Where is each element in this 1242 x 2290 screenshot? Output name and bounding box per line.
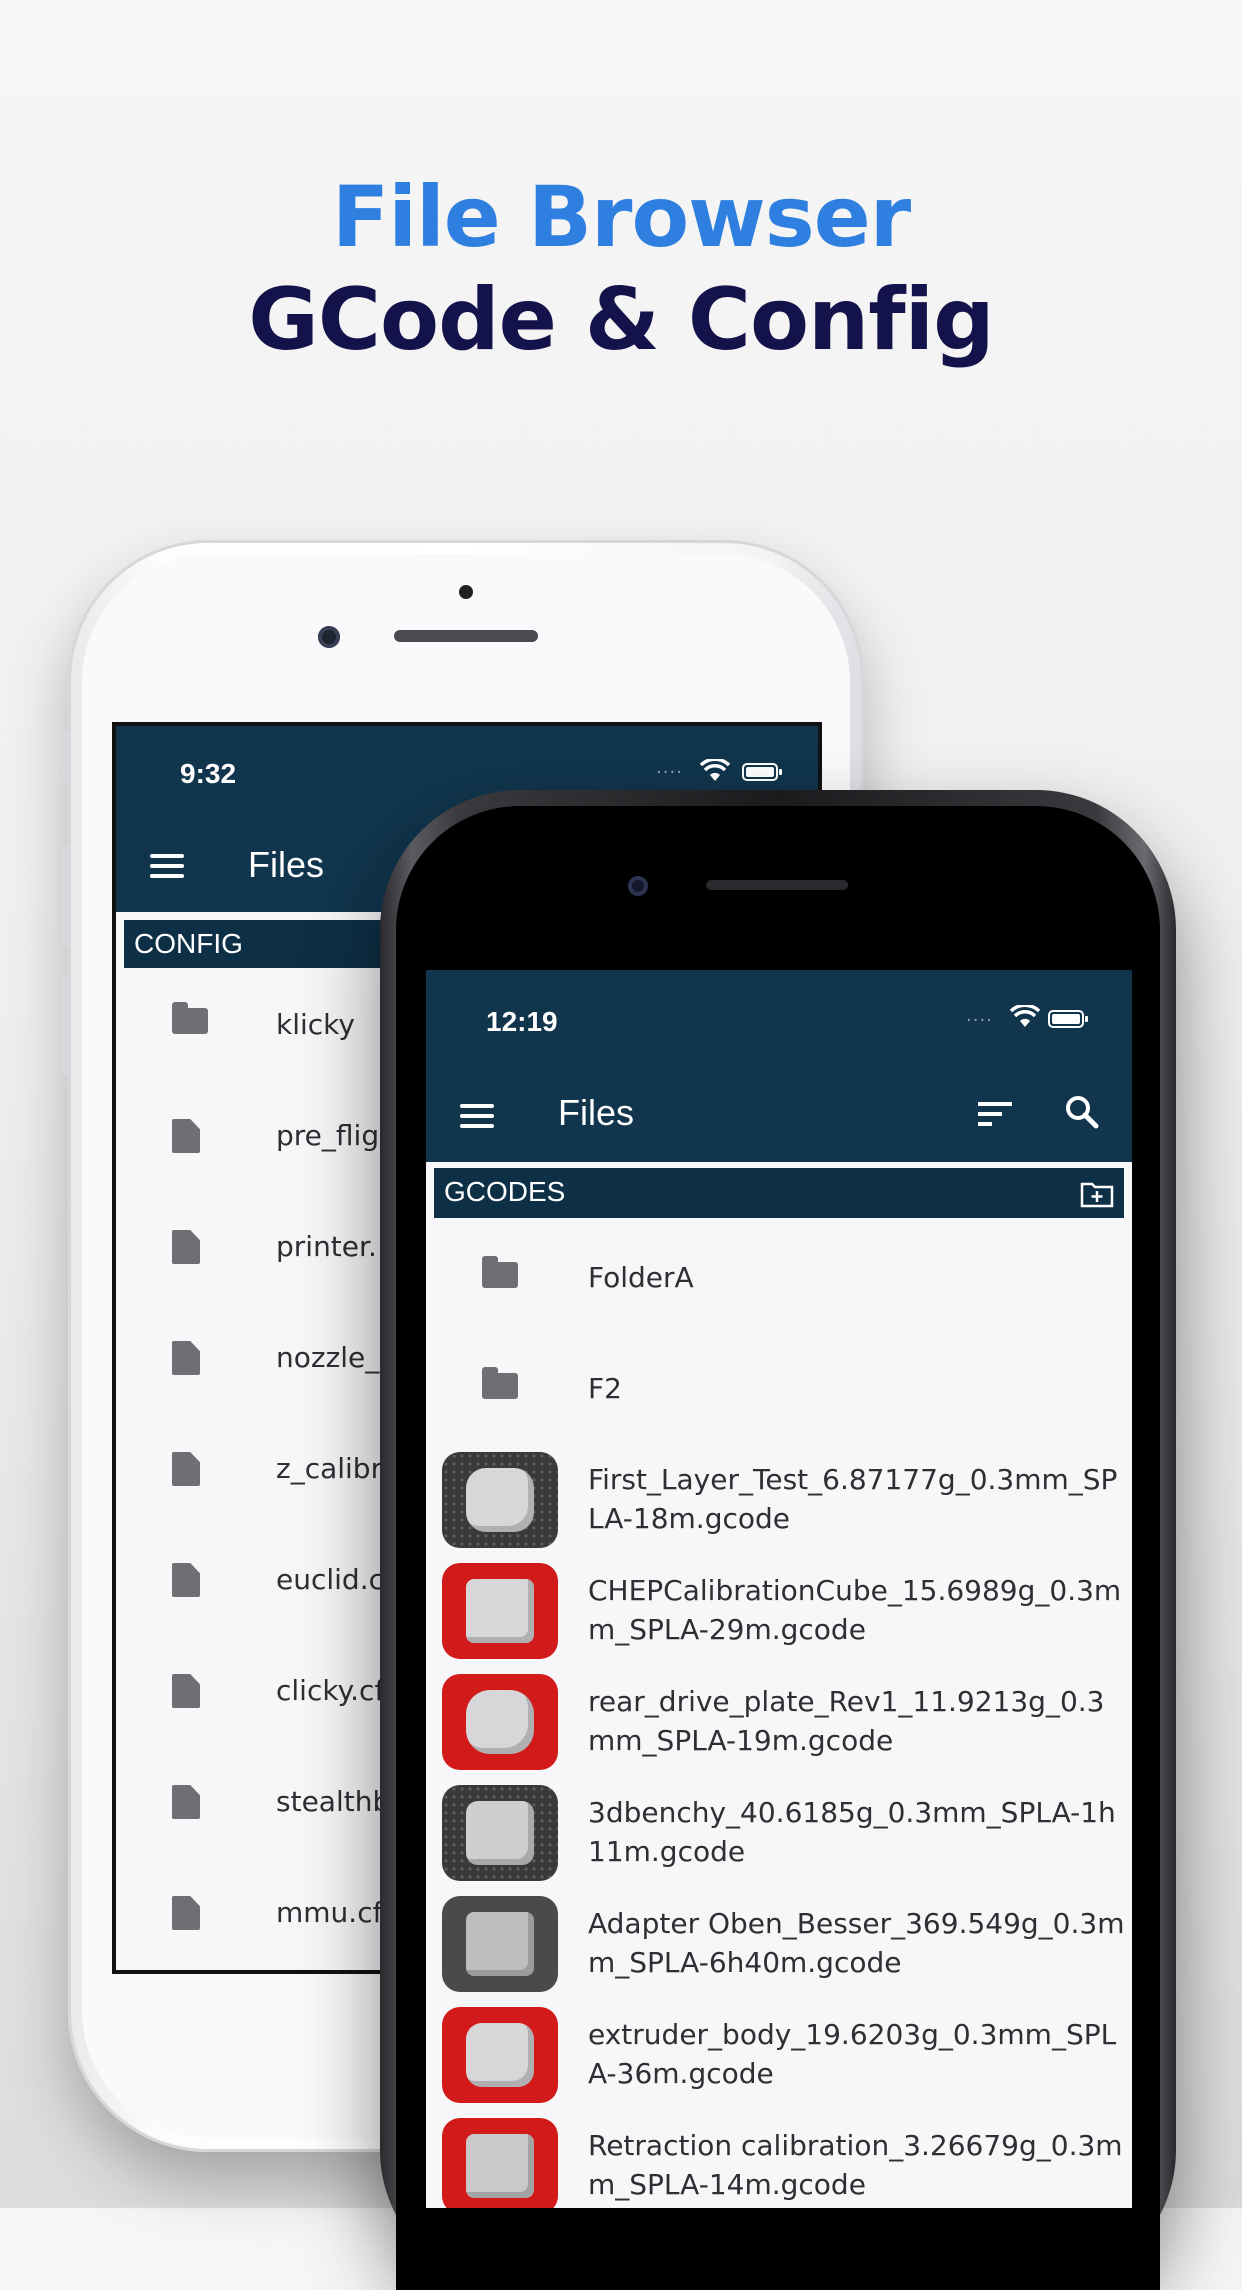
gcode-thumbnail — [442, 2118, 558, 2208]
gcode-file-name: Adapter Oben_Besser_369.549g_0.3mm_SPLA-… — [588, 1907, 1125, 1979]
menu-icon[interactable] — [460, 1098, 494, 1134]
gcode-file-name: rear_drive_plate_Rev1_11.9213g_0.3mm_SPL… — [588, 1685, 1105, 1757]
folder-item[interactable]: FolderA — [426, 1222, 1132, 1333]
folder-name: F2 — [588, 1372, 622, 1405]
gcode-thumbnail — [442, 2007, 558, 2103]
file-name: mmu.cf — [276, 1896, 383, 1929]
status-time: 12:19 — [486, 1006, 558, 1037]
wifi-icon — [1010, 1005, 1040, 1027]
appbar-title: Files — [248, 844, 325, 885]
section-title: CONFIG — [134, 928, 243, 959]
gcode-file-name: extruder_body_19.6203g_0.3mm_SPLA-36m.gc… — [588, 2018, 1117, 2090]
status-time: 9:32 — [180, 758, 237, 789]
section-header-gcodes: GCODES — [434, 1168, 1124, 1218]
volume-down-button — [62, 976, 70, 1076]
folder-name: FolderA — [588, 1261, 694, 1294]
gcode-file-item[interactable]: First_Layer_Test_6.87177g_0.3mm_SPLA-18m… — [426, 1444, 1132, 1555]
gcode-file-name: 3dbenchy_40.6185g_0.3mm_SPLA-1h11m.gcode — [588, 1796, 1116, 1868]
folder-icon — [172, 1002, 208, 1034]
battery-icon — [1048, 1010, 1088, 1028]
gcode-file-name: Retraction calibration_3.26679g_0.3mm_SP… — [588, 2129, 1123, 2201]
sort-icon[interactable] — [978, 1100, 1014, 1128]
front-phone-screen: 12:19 ···· Files GCODES FolderA F2 First… — [426, 970, 1132, 2208]
headline-title: File Browser — [331, 168, 911, 266]
mute-switch — [62, 730, 70, 784]
gcode-file-item[interactable]: CHEPCalibrationCube_15.6989g_0.3mm_SPLA-… — [426, 1555, 1132, 1666]
gcode-file-item[interactable]: Retraction calibration_3.26679g_0.3mm_SP… — [426, 2110, 1132, 2208]
volume-up-button — [62, 846, 70, 946]
gcode-thumbnail — [442, 1785, 558, 1881]
signal-icon: ···· — [656, 762, 683, 783]
gcode-file-item[interactable]: rear_drive_plate_Rev1_11.9213g_0.3mm_SPL… — [426, 1666, 1132, 1777]
file-icon — [172, 1674, 200, 1708]
search-icon[interactable] — [1064, 1094, 1100, 1130]
gcode-thumbnail — [442, 1674, 558, 1770]
file-name: z_calibr — [276, 1452, 383, 1485]
new-folder-icon[interactable] — [1080, 1180, 1114, 1208]
file-icon — [172, 1563, 200, 1597]
gcode-file-item[interactable]: Adapter Oben_Besser_369.549g_0.3mm_SPLA-… — [426, 1888, 1132, 1999]
folder-item[interactable]: F2 — [426, 1333, 1132, 1444]
file-icon — [172, 1896, 200, 1930]
menu-icon[interactable] — [150, 848, 184, 884]
gcode-file-name: First_Layer_Test_6.87177g_0.3mm_SPLA-18m… — [588, 1463, 1118, 1535]
status-bar: 12:19 ···· — [426, 970, 1132, 1066]
app-bar: Files — [426, 1066, 1132, 1162]
file-name: printer. — [276, 1230, 377, 1263]
gcode-file-item[interactable]: extruder_body_19.6203g_0.3mm_SPLA-36m.gc… — [426, 1999, 1132, 2110]
file-name: nozzle_ — [276, 1341, 380, 1374]
gcode-file-item[interactable]: 3dbenchy_40.6185g_0.3mm_SPLA-1h11m.gcode — [426, 1777, 1132, 1888]
folder-icon — [482, 1367, 518, 1399]
file-icon — [172, 1452, 200, 1486]
file-icon — [172, 1119, 200, 1153]
headline-subtitle: GCode & Config — [248, 270, 994, 370]
folder-icon — [482, 1256, 518, 1288]
gcode-thumbnail — [442, 1563, 558, 1659]
file-icon — [172, 1785, 200, 1819]
battery-icon — [742, 763, 782, 781]
front-camera-icon — [628, 876, 648, 896]
file-icon — [172, 1230, 200, 1264]
file-name: clicky.cf — [276, 1674, 385, 1707]
earpiece-speaker — [706, 880, 848, 890]
proximity-sensor — [459, 585, 473, 599]
signal-icon: ···· — [966, 1010, 993, 1031]
gcode-file-name: CHEPCalibrationCube_15.6989g_0.3mm_SPLA-… — [588, 1574, 1122, 1646]
section-title: GCODES — [444, 1176, 566, 1207]
file-name: pre_flig — [276, 1119, 380, 1152]
wifi-icon — [700, 759, 730, 781]
file-icon — [172, 1341, 200, 1375]
front-camera-icon — [318, 626, 340, 648]
appbar-title: Files — [558, 1092, 635, 1133]
earpiece-speaker — [394, 630, 538, 642]
file-name: klicky — [276, 1008, 355, 1041]
gcode-thumbnail — [442, 1452, 558, 1548]
file-name: stealthb — [276, 1785, 391, 1818]
gcode-thumbnail — [442, 1896, 558, 1992]
file-name: euclid.c — [276, 1563, 384, 1596]
